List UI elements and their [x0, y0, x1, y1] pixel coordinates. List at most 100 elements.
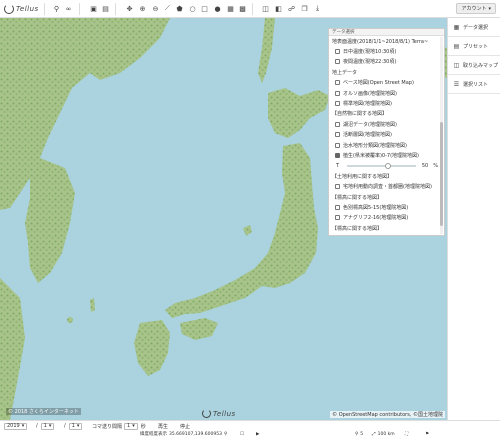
layer-group-heading: 【標高に関する地図】 [332, 223, 438, 233]
account-button[interactable]: アカウント ▾ [456, 3, 496, 14]
layer-checkbox[interactable] [335, 204, 340, 210]
interval-unit: 秒 [140, 423, 146, 430]
sidebar-item-import-map[interactable]: ◫ 取り込みマップ [448, 56, 500, 75]
layer-item[interactable]: ベース地図(Open Street Map) [332, 78, 438, 88]
interval-label: コマ送り間隔 [92, 423, 123, 430]
window-icon[interactable]: ◫ [261, 4, 270, 13]
layer-label: 色別標高図5-15(地理院地図) [343, 204, 409, 211]
layers-stack-icon[interactable]: ▤ [101, 4, 110, 13]
layer-item[interactable]: 治水地形分類図(地理院地図) [332, 140, 438, 150]
month-select[interactable]: 1 ▾ [40, 422, 55, 430]
sidebar-item-preset[interactable]: ▤ プリセット [448, 37, 500, 56]
tellus-logo-icon [4, 4, 14, 14]
zoom-out-icon[interactable]: ⊖ [151, 4, 160, 13]
layer-group-label: 【土地利用に関する地図】 [332, 173, 393, 180]
circle-icon[interactable]: ○ [188, 4, 197, 13]
layer-item[interactable]: 宅地利用動向調査・首都圏(地理院地図) [332, 181, 438, 191]
zoom-value: 5 [360, 431, 364, 437]
layer-checkbox[interactable] [335, 142, 340, 148]
layer-item[interactable]: 湖沼データ(地理院地図) [332, 119, 438, 129]
line-icon[interactable]: ⟋ [163, 4, 172, 13]
tellus-logo[interactable]: Tellus [4, 3, 39, 15]
text-icon[interactable]: ▩ [238, 4, 247, 13]
marker-icon[interactable]: ● [213, 4, 222, 13]
zoom-icon: ⚲ [355, 431, 359, 437]
layer-item[interactable]: 活断層図(地理院地図) [332, 130, 438, 140]
selection-list-icon: ☰ [453, 80, 460, 88]
preset-icon: ▤ [453, 42, 460, 50]
opacity-slider-thumb[interactable] [385, 162, 392, 169]
download-icon[interactable]: ⤓ [313, 4, 322, 13]
panel-scroll-thumb[interactable] [440, 122, 443, 226]
coord-value: 35.669107,139.600953 [169, 431, 222, 437]
slash-separator: / [36, 423, 38, 429]
search-location-icon[interactable]: ⚲ [224, 431, 227, 437]
layer-checkbox[interactable] [335, 80, 340, 86]
sidebar-item-data-select[interactable]: ▦ データ選択 [448, 18, 500, 37]
layer-item[interactable]: アナグリフ2-16(地理院地図) [332, 213, 438, 223]
sidebar-item-label: 取り込みマップ [463, 62, 499, 69]
layer-checkbox[interactable] [335, 152, 340, 158]
layer-label: 標準地図(地理院地図) [343, 101, 392, 108]
layer-checkbox[interactable] [335, 184, 340, 190]
timeline-bar: 2019 ▾ / 1 ▾ / 1 ▾ コマ送り間隔 1 ▾ 秒 再生 停止 緯度経度表示… [0, 420, 500, 437]
play-icon[interactable]: ▶ [256, 431, 259, 437]
data-select-icon: ▦ [453, 23, 460, 31]
panel-layer-list: 地表面温度(2018/1/1~2018/8/1) Terra~ 日中温度(現地10… [329, 36, 438, 235]
map-attribution: © OpenStreetMap contributors, ©国土地理院 [330, 411, 445, 418]
play-button[interactable]: 再生 [158, 423, 168, 430]
layer-group-label: 【自然物に関する地図】 [332, 111, 388, 118]
layer-checkbox[interactable] [335, 121, 340, 127]
day-select[interactable]: 1 ▾ [68, 422, 83, 430]
search-icon[interactable]: ⚲ [52, 4, 61, 13]
layer-checkbox[interactable] [335, 215, 340, 221]
copy-icon[interactable]: ❐ [300, 4, 309, 13]
pin-icon[interactable]: ⚑ [425, 431, 429, 437]
link-icon[interactable]: ∞ [64, 4, 73, 13]
rectangle-icon[interactable]: □ [200, 4, 209, 13]
layer-item[interactable]: オルソ画像(地理院地図) [332, 88, 438, 98]
move-icon[interactable]: ✥ [125, 4, 134, 13]
interval-select[interactable]: 1 ▾ [124, 422, 138, 430]
account-label: アカウント [461, 6, 487, 12]
panel-icon[interactable]: ◧ [274, 4, 283, 13]
opacity-value: 50 [421, 162, 429, 169]
stop-button[interactable]: 停止 [180, 423, 190, 430]
layer-group-heading: 地表面温度(2018/1/1~2018/8/1) Terra~ [332, 36, 438, 46]
layer-item[interactable]: 標準地図(地理院地図) [332, 98, 438, 108]
interval-group: コマ送り間隔 1 ▾ 秒 [92, 422, 146, 430]
layer-group-label: 【標高に関する地図】 [332, 194, 383, 201]
folder-image-icon[interactable]: ▣ [89, 4, 98, 13]
layer-group-heading: 【標高に関する地図】 [332, 192, 438, 202]
month-value: 1 [43, 423, 47, 429]
layer-item[interactable]: 植生(県米被覆率)0-7(地理院地図) [332, 150, 438, 160]
layer-item[interactable]: 色別標高図5-15(地理院地図) [332, 202, 438, 212]
layer-checkbox[interactable] [335, 59, 340, 65]
toolbar-divider [115, 3, 116, 15]
layer-item[interactable]: 夜間温度(現地22:30頃) [332, 57, 438, 67]
layer-item[interactable]: 日中温度(現地10:30頃) [332, 46, 438, 56]
copy-coord-icon[interactable]: ☐ [240, 431, 244, 437]
sidebar-item-label: データ選択 [463, 24, 489, 31]
layer-checkbox[interactable] [335, 90, 340, 96]
layer-label: 宅地利用動向調査・首都圏(地理院地図) [343, 184, 432, 191]
fullscreen-icon[interactable]: ⛶ [405, 431, 408, 437]
panel-scrollbar[interactable] [440, 37, 443, 234]
layer-checkbox[interactable] [335, 49, 340, 55]
layer-label: 活断層図(地理院地図) [343, 132, 392, 139]
chevron-down-icon: ▾ [132, 423, 135, 429]
year-select[interactable]: 2019 ▾ [4, 422, 28, 430]
link-chain-icon[interactable]: ☍ [287, 4, 296, 13]
coord-label: 緯度経度表示 [140, 432, 167, 437]
layer-checkbox[interactable] [335, 132, 340, 138]
sidebar-item-selection-list[interactable]: ☰ 選択リスト [448, 75, 500, 94]
polygon-icon[interactable]: ⬟ [175, 4, 184, 13]
zoom-in-icon[interactable]: ⊕ [138, 4, 147, 13]
opacity-slider[interactable] [347, 162, 416, 169]
layer-label: 治水地形分類図(地理院地図) [343, 142, 407, 149]
grid-icon[interactable]: ▦ [226, 4, 235, 13]
year-value: 2019 [7, 423, 20, 429]
zoom-level: ⚲ 5 [355, 431, 363, 437]
toolbar-divider [79, 3, 80, 15]
layer-checkbox[interactable] [335, 101, 340, 107]
